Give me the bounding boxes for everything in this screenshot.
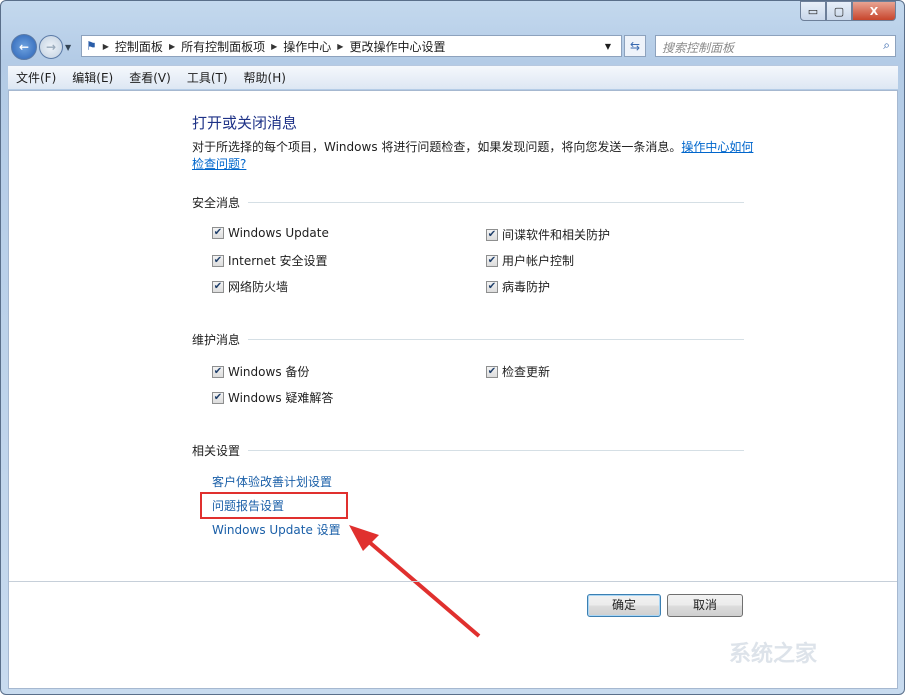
close-button[interactable]: X [852,1,896,21]
checkbox-label: Internet 安全设置 [228,254,328,268]
section-security: 安全消息 [192,194,744,211]
section-maintenance: 维护消息 [192,331,744,348]
search-placeholder: 搜索控制面板 [662,41,735,55]
window: ▭ ▢ X ← → ▼ ⚑ ▶ 控制面板 ▶ 所有控制面板项 ▶ 操作中心 ▶ 更改操作… [0,0,905,695]
checkbox-icon[interactable]: ✔ [486,365,498,378]
checkbox-windows-update[interactable]: ✔ Windows Update [212,226,329,240]
checkbox-internet-security[interactable]: ✔ Internet 安全设置 [212,252,327,269]
cancel-button[interactable]: 取消 [667,594,743,617]
menu-tools[interactable]: 工具(T) [179,69,236,86]
refresh-icon[interactable]: ⇆ [624,35,646,57]
forward-button[interactable]: → [39,35,63,59]
breadcrumb[interactable]: 操作中心 [283,38,331,55]
address-bar[interactable]: ⚑ ▶ 控制面板 ▶ 所有控制面板项 ▶ 操作中心 ▶ 更改操作中心设置 ▼ [81,35,622,57]
checkbox-virus[interactable]: ✔ 病毒防护 [486,278,550,295]
history-dropdown-icon[interactable]: ▼ [65,43,71,52]
link-windows-update-settings[interactable]: Windows Update 设置 [212,521,341,538]
menu-help[interactable]: 帮助(H) [236,69,294,86]
checkbox-label: Windows 备份 [228,365,310,379]
checkbox-label: 用户帐户控制 [502,254,575,268]
chevron-down-icon[interactable]: ▼ [605,42,611,51]
link-ceip-settings[interactable]: 客户体验改善计划设置 [212,473,332,490]
breadcrumb[interactable]: 更改操作中心设置 [349,38,445,55]
menu-view[interactable]: 查看(V) [121,69,179,86]
content-pane: 打开或关闭消息 对于所选择的每个项目，Windows 将进行问题检查，如果发现问… [8,90,898,689]
checkbox-icon[interactable]: ✔ [212,254,224,267]
breadcrumb[interactable]: 所有控制面板项 [181,38,265,55]
breadcrumb[interactable]: 控制面板 [115,38,163,55]
checkbox-spyware[interactable]: ✔ 间谍软件和相关防护 [486,226,610,243]
checkbox-firewall[interactable]: ✔ 网络防火墙 [212,278,288,295]
checkbox-icon[interactable]: ✔ [486,280,498,293]
section-heading: 安全消息 [192,196,241,210]
maximize-button[interactable]: ▢ [826,1,852,21]
menu-file[interactable]: 文件(F) [8,69,64,86]
flag-icon: ⚑ [86,39,97,53]
section-heading: 维护消息 [192,333,241,347]
checkbox-label: 检查更新 [502,365,551,379]
checkbox-label: 病毒防护 [502,280,551,294]
minimize-button[interactable]: ▭ [800,1,826,21]
checkbox-label: 间谍软件和相关防护 [502,228,611,242]
checkbox-icon[interactable]: ✔ [486,254,498,267]
checkbox-label: 网络防火墙 [228,280,289,294]
search-input[interactable]: 搜索控制面板 ⌕ [655,35,896,57]
checkbox-backup[interactable]: ✔ Windows 备份 [212,363,309,380]
menu-edit[interactable]: 编辑(E) [64,69,121,86]
menu-bar: 文件(F) 编辑(E) 查看(V) 工具(T) 帮助(H) [8,65,898,89]
checkbox-uac[interactable]: ✔ 用户帐户控制 [486,252,574,269]
checkbox-icon[interactable]: ✔ [212,391,224,404]
checkbox-icon[interactable]: ✔ [212,227,224,239]
back-button[interactable]: ← [11,34,37,60]
checkbox-icon[interactable]: ✔ [212,280,224,293]
checkbox-label: Windows 疑难解答 [228,391,334,405]
search-icon[interactable]: ⌕ [883,38,890,53]
watermark: 系统之家 [729,642,818,667]
ok-button[interactable]: 确定 [587,594,661,617]
checkbox-label: Windows Update [228,226,329,240]
highlight-box [200,492,348,519]
checkbox-icon[interactable]: ✔ [486,228,498,241]
section-related: 相关设置 [192,442,744,459]
divider [9,581,897,582]
section-heading: 相关设置 [192,444,241,458]
checkbox-troubleshooting[interactable]: ✔ Windows 疑难解答 [212,389,333,406]
description-text: 对于所选择的每个项目，Windows 将进行问题检查，如果发现问题，将向您发送一… [192,140,682,154]
checkbox-icon[interactable]: ✔ [212,365,224,378]
checkbox-check-updates[interactable]: ✔ 检查更新 [486,363,550,380]
page-title: 打开或关闭消息 [192,114,298,132]
description: 对于所选择的每个项目，Windows 将进行问题检查，如果发现问题，将向您发送一… [192,139,762,173]
